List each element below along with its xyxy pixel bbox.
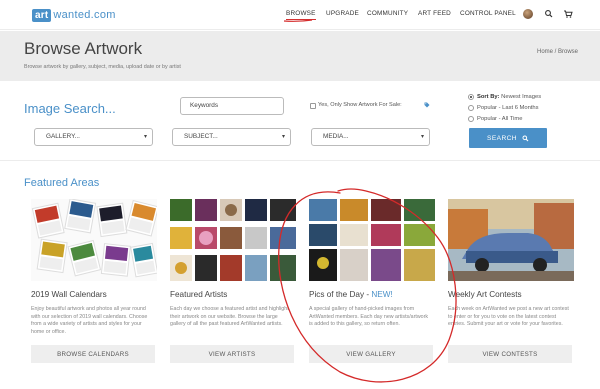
card-title-pics-of-day[interactable]: Pics of the Day - NEW! bbox=[309, 290, 393, 299]
logo-mark: art bbox=[32, 8, 52, 22]
sort-option-newest: Newest Images bbox=[501, 94, 542, 100]
new-badge: NEW! bbox=[371, 290, 393, 299]
keywords-input[interactable]: Keywords bbox=[180, 97, 284, 115]
breadcrumb[interactable]: Home / Browse bbox=[537, 49, 578, 55]
pics-of-day-title-text: Pics of the Day - bbox=[309, 290, 372, 299]
sort-option-alltime: Popular - All Time bbox=[477, 116, 523, 122]
gallery-select[interactable]: GALLERY... ▾ bbox=[34, 128, 153, 146]
card-title-weekly-contests[interactable]: Weekly Art Contests bbox=[448, 290, 522, 299]
cart-icon[interactable] bbox=[563, 9, 573, 19]
for-sale-label: Yes, Only Show Artwork For Sale: bbox=[318, 102, 402, 108]
site-logo[interactable]: art wanted.com bbox=[32, 7, 116, 23]
page-title: Browse Artwork bbox=[24, 39, 143, 58]
for-sale-checkbox[interactable] bbox=[310, 103, 316, 109]
section-divider bbox=[0, 160, 600, 161]
sort-option-6months: Popular - Last 6 Months bbox=[477, 105, 539, 111]
card-title-featured-artists[interactable]: Featured Artists bbox=[170, 290, 227, 299]
contest-painting bbox=[448, 199, 574, 281]
nav-art-feed[interactable]: ART FEED bbox=[418, 10, 451, 17]
browse-calendars-button[interactable]: BROWSE CALENDARS bbox=[31, 345, 155, 363]
search-icon[interactable] bbox=[544, 9, 554, 19]
subject-select[interactable]: SUBJECT... ▾ bbox=[172, 128, 291, 146]
card-desc-calendars: Enjoy beautiful artwork and photos all y… bbox=[31, 306, 148, 335]
featured-artists-image[interactable] bbox=[170, 199, 296, 281]
card-desc-pics-of-day: A special gallery of hand-picked images … bbox=[309, 306, 429, 328]
page-header: Browse Artwork Browse artwork by gallery… bbox=[0, 31, 600, 81]
artists-collage bbox=[170, 199, 296, 281]
weekly-contests-image[interactable] bbox=[448, 199, 574, 281]
calendar-collage bbox=[31, 199, 157, 278]
nav-browse[interactable]: BROWSE bbox=[286, 10, 316, 20]
price-tag-icon bbox=[424, 102, 430, 108]
media-select[interactable]: MEDIA... ▾ bbox=[311, 128, 430, 146]
calendars-image[interactable] bbox=[31, 199, 157, 281]
nav-control-panel[interactable]: CONTROL PANEL bbox=[460, 10, 516, 17]
view-artists-button[interactable]: VIEW ARTISTS bbox=[170, 345, 294, 363]
nav-community[interactable]: COMMUNITY bbox=[367, 10, 408, 17]
sort-newest-label: Sort By: Newest Images bbox=[477, 94, 541, 100]
card-desc-featured-artists: Each day we choose a featured artist and… bbox=[170, 306, 289, 328]
pics-of-day-image[interactable] bbox=[309, 199, 435, 281]
search-button-label: SEARCH bbox=[487, 134, 517, 142]
chevron-down-icon: ▾ bbox=[281, 134, 285, 140]
featured-areas-title: Featured Areas bbox=[24, 177, 100, 189]
view-contests-button[interactable]: VIEW CONTESTS bbox=[448, 345, 572, 363]
media-select-value: MEDIA... bbox=[323, 133, 349, 140]
sort-6months-radio[interactable] bbox=[468, 105, 474, 111]
pics-collage bbox=[309, 199, 435, 281]
user-avatar[interactable] bbox=[523, 9, 533, 19]
page: art wanted.com BROWSE UPGRADE COMMUNITY … bbox=[0, 0, 600, 389]
search-button[interactable]: SEARCH bbox=[469, 128, 547, 148]
image-search-title: Image Search... bbox=[24, 101, 116, 116]
chevron-down-icon: ▾ bbox=[420, 134, 424, 140]
sort-alltime-radio[interactable] bbox=[468, 116, 474, 122]
chevron-down-icon: ▾ bbox=[143, 134, 147, 140]
sort-newest-radio[interactable] bbox=[468, 94, 474, 100]
gallery-select-value: GALLERY... bbox=[46, 133, 80, 140]
search-icon bbox=[522, 134, 529, 141]
top-nav: art wanted.com BROWSE UPGRADE COMMUNITY … bbox=[0, 0, 600, 30]
nav-upgrade[interactable]: UPGRADE bbox=[326, 10, 359, 17]
card-desc-weekly-contests: Each week on ArtWanted we post a new art… bbox=[448, 306, 569, 328]
sort-by-label: Sort By: bbox=[477, 94, 500, 100]
card-title-calendars[interactable]: 2019 Wall Calendars bbox=[31, 290, 107, 299]
view-gallery-button[interactable]: VIEW GALLERY bbox=[309, 345, 433, 363]
logo-text: wanted.com bbox=[53, 9, 116, 21]
page-subtitle: Browse artwork by gallery, subject, medi… bbox=[24, 64, 181, 70]
subject-select-value: SUBJECT... bbox=[184, 133, 218, 140]
